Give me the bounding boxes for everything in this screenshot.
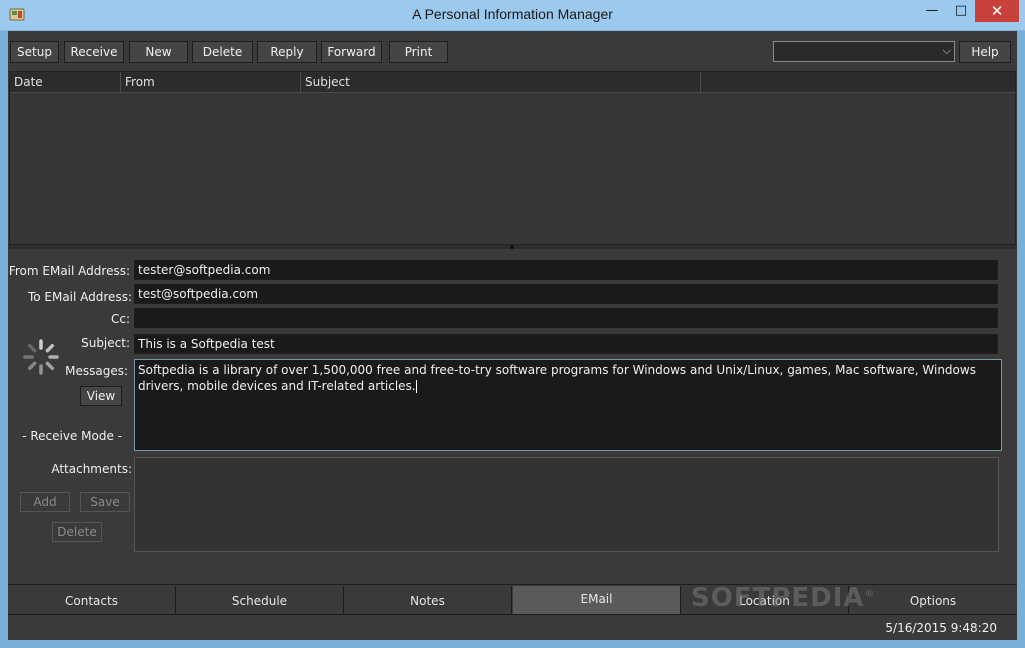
message-list[interactable]: Date From Subject xyxy=(9,71,1016,245)
from-email-field[interactable]: tester@softpedia.com xyxy=(134,260,998,280)
messages-label: Messages: xyxy=(65,364,128,378)
cc-field[interactable] xyxy=(134,308,998,328)
from-label: From EMail Address: xyxy=(8,264,130,278)
cc-label: Cc: xyxy=(110,312,130,326)
message-body-textarea[interactable]: Softpedia is a library of over 1,500,000… xyxy=(134,359,1002,451)
chevron-down-icon: ⌵ xyxy=(942,44,951,57)
delete-button[interactable]: Delete xyxy=(192,41,253,63)
print-button[interactable]: Print xyxy=(389,41,448,63)
delete-attachment-button[interactable]: Delete xyxy=(52,522,102,542)
add-attachment-button[interactable]: Add xyxy=(20,492,70,512)
text-cursor xyxy=(415,380,417,393)
status-bar: 5/16/2015 9:48:20 xyxy=(8,614,1017,640)
reply-button[interactable]: Reply xyxy=(257,41,317,63)
message-body-text: Softpedia is a library of over 1,500,000… xyxy=(138,363,976,393)
window-title: A Personal Information Manager xyxy=(412,6,613,22)
minimize-button[interactable]: — xyxy=(916,0,948,22)
view-button[interactable]: View xyxy=(80,386,122,406)
column-date[interactable]: Date xyxy=(10,72,121,93)
tab-contacts[interactable]: Contacts xyxy=(8,586,176,615)
tab-schedule[interactable]: Schedule xyxy=(176,586,344,615)
setup-button[interactable]: Setup xyxy=(10,41,59,63)
to-label: To EMail Address: xyxy=(27,290,132,304)
column-subject[interactable]: Subject xyxy=(301,72,701,93)
attachments-label: Attachments: xyxy=(51,462,132,476)
new-button[interactable]: New xyxy=(129,41,188,63)
subject-field[interactable]: This is a Softpedia test xyxy=(134,334,998,354)
save-attachment-button[interactable]: Save xyxy=(80,492,130,512)
softpedia-watermark: SOFTPEDIA® xyxy=(691,583,876,613)
help-button[interactable]: Help xyxy=(959,41,1011,63)
tab-email[interactable]: EMail xyxy=(513,586,681,615)
receive-button[interactable]: Receive xyxy=(64,41,124,63)
splitter[interactable] xyxy=(8,245,1017,249)
account-select[interactable]: ⌵ xyxy=(773,41,955,62)
status-datetime: 5/16/2015 9:48:20 xyxy=(885,621,997,635)
close-button[interactable]: ✕ xyxy=(975,0,1019,22)
watermark-text: SOFTPEDIA xyxy=(691,583,865,613)
column-from[interactable]: From xyxy=(121,72,301,93)
toolbar: Setup Receive New Delete Reply Forward P… xyxy=(8,31,1017,71)
receive-mode-label: - Receive Mode - xyxy=(22,429,122,443)
attachments-list[interactable] xyxy=(134,457,999,552)
title-bar: A Personal Information Manager — □ ✕ xyxy=(0,0,1025,31)
maximize-button[interactable]: □ xyxy=(948,0,974,22)
forward-button[interactable]: Forward xyxy=(321,41,382,63)
main-window: Setup Receive New Delete Reply Forward P… xyxy=(8,31,1017,640)
to-email-field[interactable]: test@softpedia.com xyxy=(134,284,998,304)
splitter-grip[interactable] xyxy=(510,245,514,249)
tab-notes[interactable]: Notes xyxy=(344,586,512,615)
message-list-header: Date From Subject xyxy=(10,72,1015,93)
